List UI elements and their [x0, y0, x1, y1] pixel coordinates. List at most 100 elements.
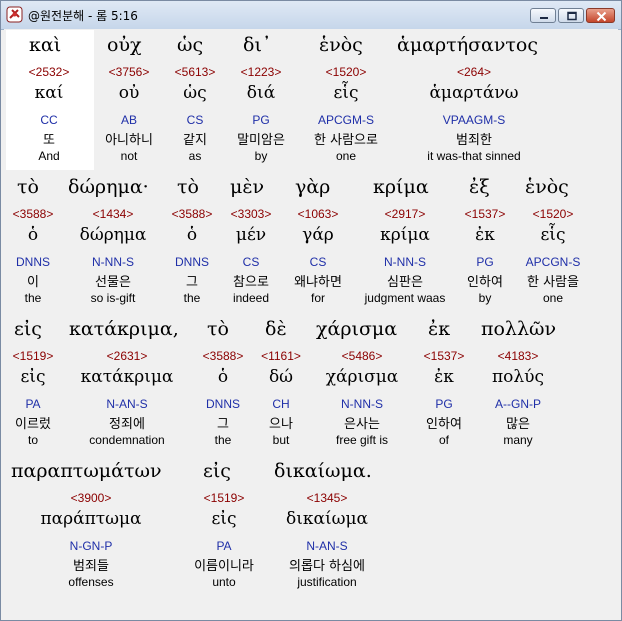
parsing-code[interactable]: N-GN-P	[31, 539, 151, 553]
parsing-code[interactable]: CC	[9, 113, 89, 127]
parsing-code[interactable]: APCGN-S	[515, 255, 591, 269]
greek-word[interactable]: μὲν	[230, 176, 264, 198]
greek-word[interactable]: τὸ	[207, 318, 229, 340]
korean-gloss: 범죄한	[456, 133, 492, 148]
strong-number[interactable]: <1519>	[183, 491, 265, 505]
parsing-code[interactable]: VPAAGM-S	[409, 113, 539, 127]
strong-number[interactable]: <2532>	[9, 65, 89, 79]
parsing-code[interactable]: PG	[457, 255, 513, 269]
strong-number[interactable]: <5486>	[321, 349, 403, 363]
parsing-code[interactable]: APCGM-S	[299, 113, 393, 127]
korean-gloss: 참으로	[233, 275, 269, 290]
lemma: γάρ	[302, 225, 334, 245]
greek-word[interactable]: ὡς	[177, 34, 203, 56]
greek-word[interactable]: εἰς	[203, 460, 231, 482]
greek-word[interactable]: δικαίωμα.	[274, 460, 372, 482]
strong-number[interactable]: <3588>	[195, 349, 251, 363]
greek-word[interactable]: τὸ	[177, 176, 199, 198]
strong-number[interactable]: <3303>	[223, 207, 279, 221]
greek-word[interactable]: δι᾽	[243, 34, 271, 56]
parsing-code[interactable]: N-NN-S	[71, 255, 155, 269]
korean-gloss: 의롭다 하심에	[289, 559, 365, 574]
greek-word[interactable]: πολλῶν	[481, 318, 556, 340]
greek-word[interactable]: δώρημα·	[68, 176, 149, 198]
parsing-code[interactable]: CS	[223, 255, 279, 269]
parsing-code[interactable]: N-AN-S	[271, 539, 383, 553]
english-gloss: indeed	[232, 291, 270, 305]
parsing-code[interactable]: AB	[90, 113, 168, 127]
greek-word[interactable]: χάρισμα	[316, 318, 397, 340]
lemma: εἷς	[333, 83, 359, 103]
parsing-code[interactable]: DNNS	[195, 397, 251, 411]
greek-word[interactable]: γὰρ	[295, 176, 330, 198]
parsing-code[interactable]: PG	[415, 397, 473, 411]
strong-number[interactable]: <1223>	[225, 65, 297, 79]
greek-word[interactable]: ἑνὸς	[319, 34, 363, 56]
korean-gloss: 한 사람을	[527, 275, 579, 290]
minimize-button[interactable]	[530, 8, 556, 23]
greek-word[interactable]: δὲ	[265, 318, 287, 340]
parsing-code[interactable]: A--GN-P	[485, 397, 551, 411]
greek-word[interactable]: παραπτωμάτων	[11, 460, 162, 482]
parsing-code[interactable]: CS	[161, 113, 229, 127]
parsing-code[interactable]: N-AN-S	[75, 397, 179, 411]
greek-word[interactable]: ἑνὸς	[525, 176, 569, 198]
lemma: ὁ	[186, 225, 198, 245]
english-gloss: the	[183, 291, 201, 305]
parsing-code[interactable]: N-NN-S	[356, 255, 454, 269]
greek-word[interactable]: τὸ	[17, 176, 39, 198]
korean-gloss: 인하여	[426, 417, 462, 432]
strong-number[interactable]: <4183>	[485, 349, 551, 363]
greek-word[interactable]: καὶ	[29, 34, 61, 56]
english-gloss: condemnation	[89, 433, 165, 447]
strong-number[interactable]: <1434>	[71, 207, 155, 221]
korean-gloss: 심판은	[387, 275, 423, 290]
strong-number[interactable]: <1537>	[457, 207, 513, 221]
strong-number[interactable]: <1520>	[299, 65, 393, 79]
korean-gloss: 범죄들	[73, 559, 109, 574]
strong-number[interactable]: <1520>	[515, 207, 591, 221]
korean-gloss: 은사는	[344, 417, 380, 432]
strong-number[interactable]: <3900>	[31, 491, 151, 505]
strong-number[interactable]: <2917>	[356, 207, 454, 221]
strong-number[interactable]: <1161>	[253, 349, 309, 363]
greek-word[interactable]: ἐξ	[469, 176, 490, 198]
strong-number[interactable]: <1063>	[285, 207, 351, 221]
english-gloss: as	[188, 149, 202, 163]
parsing-code[interactable]: PG	[225, 113, 297, 127]
parsing-code[interactable]: DNNS	[164, 255, 220, 269]
lemma: ἁμαρτάνω	[429, 83, 519, 103]
lemma: ὁ	[217, 367, 229, 387]
english-gloss: but	[272, 433, 290, 447]
strong-number[interactable]: <2631>	[75, 349, 179, 363]
strong-number[interactable]: <1537>	[415, 349, 473, 363]
greek-word[interactable]: κατάκριμα,	[69, 318, 179, 340]
strong-number[interactable]: <3756>	[90, 65, 168, 79]
strong-number[interactable]: <1345>	[271, 491, 383, 505]
parsing-code[interactable]: DNNS	[5, 255, 61, 269]
greek-word[interactable]: ἐκ	[428, 318, 450, 340]
maximize-button[interactable]	[558, 8, 584, 23]
strong-number[interactable]: <264>	[409, 65, 539, 79]
lemma: οὐ	[118, 83, 140, 103]
parsing-code[interactable]: PA	[5, 397, 61, 411]
greek-word[interactable]: οὐχ	[107, 34, 142, 56]
strong-number[interactable]: <3588>	[164, 207, 220, 221]
title-bar[interactable]: @원전분해 - 롬 5:16	[1, 1, 621, 30]
window-title: @원전분해 - 롬 5:16	[28, 9, 138, 23]
parsing-code[interactable]: CH	[253, 397, 309, 411]
greek-word[interactable]: εἰς	[14, 318, 42, 340]
greek-word[interactable]: ἁμαρτήσαντος	[397, 34, 538, 56]
parsing-code[interactable]: N-NN-S	[321, 397, 403, 411]
strong-number[interactable]: <5613>	[161, 65, 229, 79]
lemma: ἐκ	[475, 225, 495, 245]
parsing-code[interactable]: CS	[285, 255, 351, 269]
close-button[interactable]	[586, 8, 615, 23]
english-gloss: not	[120, 149, 138, 163]
parsing-code[interactable]: PA	[183, 539, 265, 553]
greek-word[interactable]: κρίμα	[373, 176, 429, 198]
strong-number[interactable]: <1519>	[5, 349, 61, 363]
strong-number[interactable]: <3588>	[5, 207, 61, 221]
maximize-icon	[567, 11, 577, 21]
lemma: κρίμα	[380, 225, 430, 245]
